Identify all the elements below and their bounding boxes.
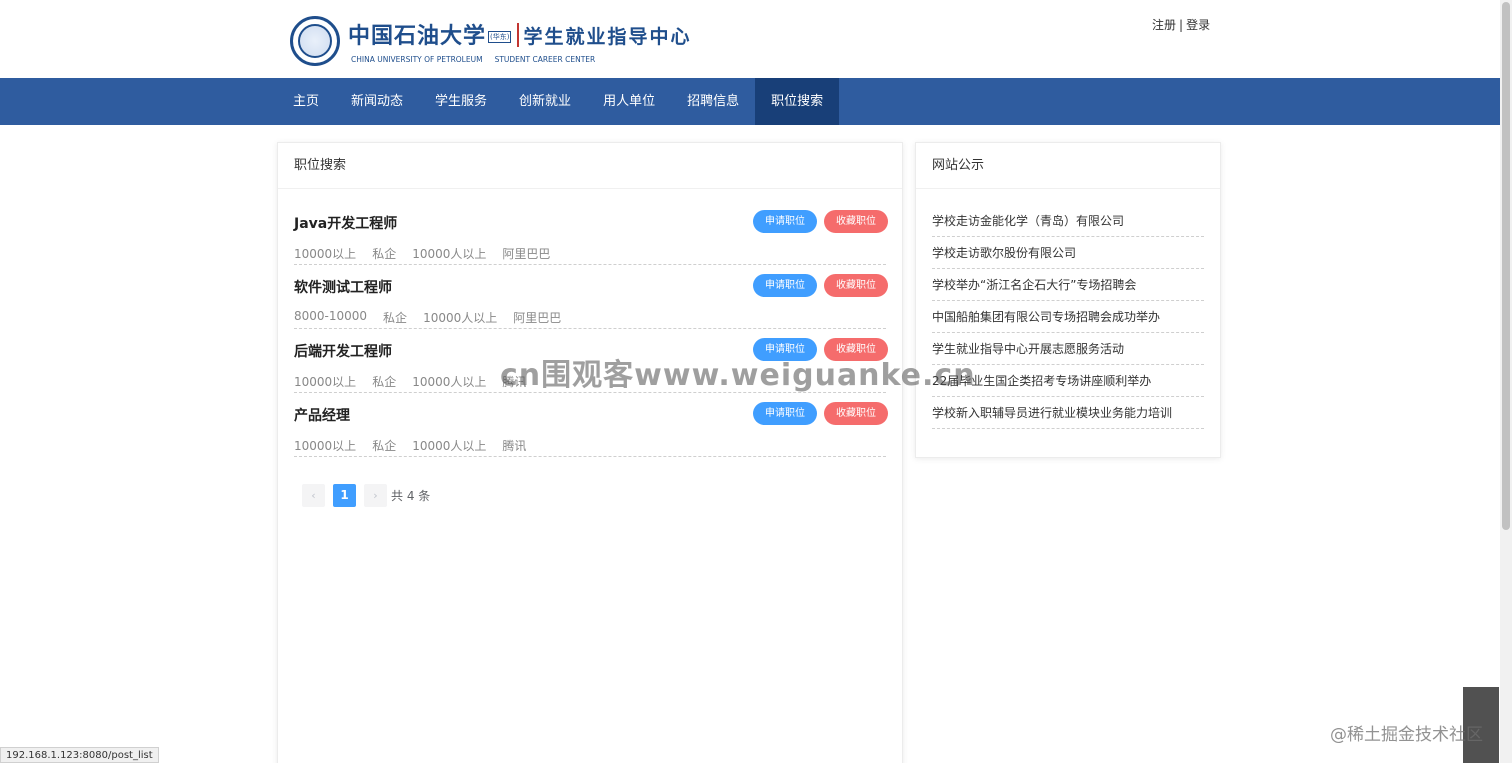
- site-notices-title: 网站公示: [916, 143, 1220, 189]
- job-company-type: 私企: [372, 375, 397, 389]
- logo-university-name: 中国石油大学: [348, 23, 487, 49]
- job-company-size: 10000人以上: [412, 247, 487, 261]
- favorite-job-button[interactable]: 收藏职位: [824, 402, 888, 425]
- logo-divider: [517, 23, 520, 47]
- register-link[interactable]: 注册: [1152, 18, 1176, 32]
- community-watermark: @稀土掘金技术社区: [1330, 725, 1483, 745]
- job-meta: 10000以上 私企 10000人以上 阿里巴巴: [294, 245, 566, 262]
- scrollbar-thumb[interactable]: [1502, 2, 1510, 530]
- site-header: 中国石油大学 (华东) 学生就业指导中心 CHINA UNIVERSITY OF…: [0, 0, 1512, 78]
- job-name[interactable]: Java开发工程师: [294, 213, 397, 233]
- browser-status-bar: 192.168.1.123:8080/post_list: [0, 747, 159, 763]
- logo-english-university: CHINA UNIVERSITY OF PETROLEUM: [351, 55, 483, 64]
- job-name[interactable]: 后端开发工程师: [294, 341, 392, 361]
- job-salary: 8000-10000: [294, 309, 368, 323]
- job-name[interactable]: 产品经理: [294, 405, 350, 425]
- apply-job-button[interactable]: 申请职位: [753, 210, 817, 233]
- prev-page-button[interactable]: ‹: [302, 484, 325, 507]
- job-salary: 10000以上: [294, 375, 357, 389]
- job-company-type: 私企: [372, 247, 397, 261]
- nav-item-job-search[interactable]: 职位搜索: [755, 78, 840, 125]
- apply-job-button[interactable]: 申请职位: [753, 402, 817, 425]
- job-company-size: 10000人以上: [412, 439, 487, 453]
- logo-center-name: 学生就业指导中心: [523, 26, 692, 48]
- university-logo[interactable]: 中国石油大学 (华东) 学生就业指导中心 CHINA UNIVERSITY OF…: [290, 16, 692, 66]
- page-scrollbar[interactable]: [1500, 0, 1512, 763]
- nav-item-employers[interactable]: 用人单位: [587, 78, 671, 125]
- job-meta: 8000-10000 私企 10000人以上 阿里巴巴: [294, 309, 577, 326]
- nav-item-recruitment[interactable]: 招聘信息: [671, 78, 755, 125]
- favorite-job-button[interactable]: 收藏职位: [824, 210, 888, 233]
- job-name[interactable]: 软件测试工程师: [294, 277, 392, 297]
- job-search-panel: 职位搜索 Java开发工程师 申请职位 收藏职位 10000以上 私企 1000…: [277, 142, 903, 763]
- job-list: Java开发工程师 申请职位 收藏职位 10000以上 私企 10000人以上 …: [278, 201, 902, 457]
- job-salary: 10000以上: [294, 247, 357, 261]
- job-search-title: 职位搜索: [278, 143, 902, 189]
- favorite-job-button[interactable]: 收藏职位: [824, 274, 888, 297]
- main-nav: 主页 新闻动态 学生服务 创新就业 用人单位 招聘信息 职位搜索: [0, 78, 1512, 125]
- logo-campus-tag: (华东): [488, 31, 512, 43]
- job-company-type: 私企: [383, 311, 408, 325]
- job-company-name: 阿里巴巴: [502, 247, 551, 261]
- page-number-current[interactable]: 1: [333, 484, 356, 507]
- auth-links: 注册 | 登录: [1152, 16, 1210, 33]
- job-item: Java开发工程师 申请职位 收藏职位 10000以上 私企 10000人以上 …: [294, 201, 888, 265]
- notice-item[interactable]: 中国船舶集团有限公司专场招聘会成功举办: [932, 301, 1204, 333]
- nav-item-student-services[interactable]: 学生服务: [419, 78, 503, 125]
- site-watermark: cn围观客www.weiguanke.cn: [500, 358, 976, 393]
- job-item: 产品经理 申请职位 收藏职位 10000以上 私企 10000人以上 腾讯: [294, 393, 888, 457]
- job-salary: 10000以上: [294, 439, 357, 453]
- site-notices-panel: 网站公示 学校走访金能化学（青岛）有限公司 学校走访歌尔股份有限公司 学校举办“…: [915, 142, 1221, 458]
- pagination: ‹ 1 › 共 4 条: [302, 484, 430, 507]
- job-item: 软件测试工程师 申请职位 收藏职位 8000-10000 私企 10000人以上…: [294, 265, 888, 329]
- job-company-type: 私企: [372, 439, 397, 453]
- pagination-total: 共 4 条: [391, 489, 431, 503]
- job-company-name: 腾讯: [502, 439, 527, 453]
- logo-english-center: STUDENT CAREER CENTER: [494, 55, 596, 64]
- nav-item-home[interactable]: 主页: [277, 78, 335, 125]
- job-meta: 10000以上 私企 10000人以上 腾讯: [294, 437, 542, 454]
- job-company-name: 阿里巴巴: [513, 311, 562, 325]
- job-company-size: 10000人以上: [423, 311, 498, 325]
- notice-list: 学校走访金能化学（青岛）有限公司 学校走访歌尔股份有限公司 学校举办“浙江名企石…: [916, 205, 1220, 429]
- university-seal-icon: [290, 16, 340, 66]
- job-company-size: 10000人以上: [412, 375, 487, 389]
- notice-item[interactable]: 学校举办“浙江名企石大行”专场招聘会: [932, 269, 1204, 301]
- notice-item[interactable]: 学校走访歌尔股份有限公司: [932, 237, 1204, 269]
- nav-item-news[interactable]: 新闻动态: [335, 78, 419, 125]
- login-link[interactable]: 登录: [1186, 18, 1210, 32]
- apply-job-button[interactable]: 申请职位: [753, 274, 817, 297]
- nav-item-innovation[interactable]: 创新就业: [503, 78, 587, 125]
- auth-separator: |: [1179, 18, 1184, 32]
- notice-item[interactable]: 学校新入职辅导员进行就业模块业务能力培训: [932, 397, 1204, 429]
- next-page-button[interactable]: ›: [364, 484, 387, 507]
- notice-item[interactable]: 学校走访金能化学（青岛）有限公司: [932, 205, 1204, 237]
